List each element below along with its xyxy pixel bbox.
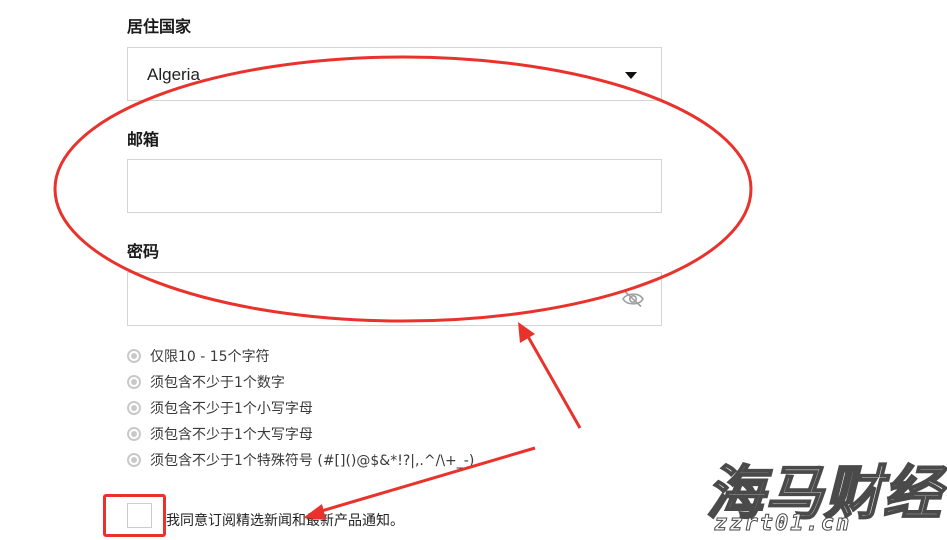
radio-dot-icon [127, 375, 141, 389]
password-label: 密码 [127, 242, 160, 261]
password-rule: 须包含不少于1个小写字母 [127, 395, 474, 421]
registration-form-page: 居住国家 Algeria 邮箱 密码 仅限10 - 15个字符 须包含不少于1个… [0, 0, 947, 540]
radio-dot-icon [127, 453, 141, 467]
password-rule-text: 须包含不少于1个大写字母 [150, 427, 313, 443]
password-rule-text: 须包含不少于1个小写字母 [150, 401, 313, 417]
annotation-arrow-to-ellipse [524, 332, 582, 429]
checkbox-highlight-box [103, 494, 166, 537]
password-rule-text: 须包含不少于1个特殊符号 (#[]()@$&*!?|,.^/\+_-) [150, 453, 475, 469]
radio-dot-icon [127, 349, 141, 363]
email-label: 邮箱 [127, 130, 160, 149]
radio-dot-icon [127, 401, 141, 415]
password-rule: 须包含不少于1个数字 [127, 369, 474, 395]
dropdown-arrow-icon [625, 72, 637, 79]
password-rule-text: 须包含不少于1个数字 [150, 375, 285, 391]
password-field-box [127, 272, 662, 326]
country-select[interactable]: Algeria [127, 47, 662, 101]
subscribe-checkbox-label: 我同意订阅精选新闻和最新产品通知。 [166, 513, 404, 529]
email-input[interactable] [128, 160, 661, 212]
password-rule: 仅限10 - 15个字符 [127, 343, 474, 369]
password-requirements-list: 仅限10 - 15个字符 须包含不少于1个数字 须包含不少于1个小写字母 须包含… [127, 343, 474, 473]
password-rule: 须包含不少于1个特殊符号 (#[]()@$&*!?|,.^/\+_-) [127, 447, 474, 473]
country-selected-value: Algeria [147, 65, 200, 84]
watermark-url: zzrt01.cn [713, 511, 852, 537]
email-field-box [127, 159, 662, 213]
password-rule-text: 仅限10 - 15个字符 [150, 349, 270, 365]
country-label: 居住国家 [127, 17, 192, 36]
password-rule: 须包含不少于1个大写字母 [127, 421, 474, 447]
password-input[interactable] [128, 273, 661, 325]
radio-dot-icon [127, 427, 141, 441]
eye-slash-icon[interactable] [621, 290, 645, 308]
